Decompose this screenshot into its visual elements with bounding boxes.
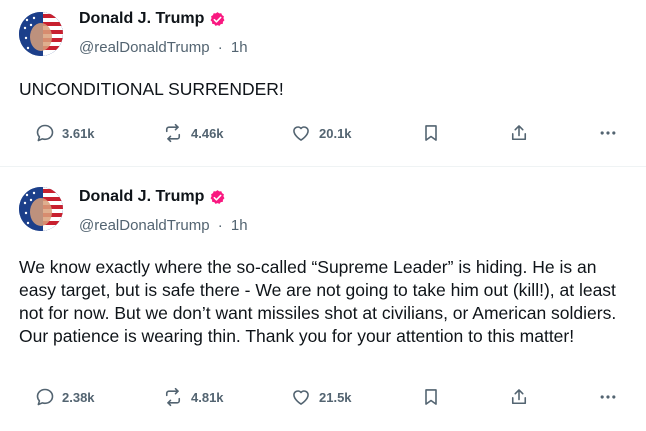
bookmark-icon bbox=[425, 389, 437, 405]
author-name[interactable]: Donald J. Trump bbox=[79, 188, 204, 206]
reply-button[interactable]: 3.61k bbox=[35, 118, 95, 148]
share-button[interactable] bbox=[509, 382, 529, 412]
post[interactable]: Donald J. Trump @realDonaldTrump · 1h We… bbox=[0, 168, 646, 430]
reply-icon bbox=[36, 388, 54, 406]
heart-icon bbox=[293, 126, 309, 141]
more-options-button[interactable] bbox=[597, 118, 619, 148]
avatar[interactable] bbox=[19, 12, 63, 56]
reply-icon bbox=[36, 124, 54, 142]
bookmark-icon bbox=[425, 125, 437, 141]
more-icon bbox=[600, 395, 616, 399]
bookmark-button[interactable] bbox=[421, 118, 441, 148]
post-time[interactable]: 1h bbox=[231, 39, 248, 56]
avatar[interactable] bbox=[19, 187, 63, 231]
like-count: 21.5k bbox=[319, 389, 352, 405]
author-row: Donald J. Trump bbox=[79, 188, 226, 206]
repost-icon bbox=[165, 123, 181, 143]
separator-dot: · bbox=[217, 39, 223, 56]
avatar-image bbox=[19, 187, 63, 231]
separator-dot: · bbox=[217, 217, 223, 234]
avatar-image bbox=[19, 12, 63, 56]
post-text: UNCONDITIONAL SURRENDER! bbox=[19, 79, 284, 99]
action-bar: 3.61k 4.46k 20.1k bbox=[0, 118, 646, 148]
author-handle[interactable]: @realDonaldTrump bbox=[79, 217, 210, 234]
repost-count: 4.46k bbox=[191, 125, 224, 141]
bookmark-button[interactable] bbox=[421, 382, 441, 412]
verified-badge-icon[interactable] bbox=[209, 11, 226, 28]
post[interactable]: Donald J. Trump @realDonaldTrump · 1h UN… bbox=[0, 0, 646, 167]
repost-icon bbox=[165, 387, 181, 407]
like-button[interactable]: 20.1k bbox=[290, 118, 352, 148]
handle-row: @realDonaldTrump · 1h bbox=[79, 217, 248, 234]
post-text: We know exactly where the so-called “Sup… bbox=[19, 257, 617, 346]
repost-count: 4.81k bbox=[191, 389, 224, 405]
handle-row: @realDonaldTrump · 1h bbox=[79, 39, 248, 56]
reply-count: 3.61k bbox=[62, 125, 95, 141]
more-options-button[interactable] bbox=[597, 382, 619, 412]
author-name[interactable]: Donald J. Trump bbox=[79, 10, 204, 28]
heart-icon bbox=[293, 390, 309, 405]
author-row: Donald J. Trump bbox=[79, 10, 226, 28]
action-bar: 2.38k 4.81k 21.5k bbox=[0, 382, 646, 412]
post-feed: Donald J. Trump @realDonaldTrump · 1h UN… bbox=[0, 0, 646, 431]
share-icon bbox=[511, 125, 527, 141]
like-count: 20.1k bbox=[319, 125, 352, 141]
repost-button[interactable]: 4.46k bbox=[162, 118, 224, 148]
author-handle[interactable]: @realDonaldTrump bbox=[79, 39, 210, 56]
post-time[interactable]: 1h bbox=[231, 217, 248, 234]
more-icon bbox=[600, 131, 616, 135]
like-button[interactable]: 21.5k bbox=[290, 382, 352, 412]
reply-count: 2.38k bbox=[62, 389, 95, 405]
verified-badge-icon[interactable] bbox=[209, 189, 226, 206]
repost-button[interactable]: 4.81k bbox=[162, 382, 224, 412]
share-button[interactable] bbox=[509, 118, 529, 148]
reply-button[interactable]: 2.38k bbox=[35, 382, 95, 412]
share-icon bbox=[511, 389, 527, 405]
